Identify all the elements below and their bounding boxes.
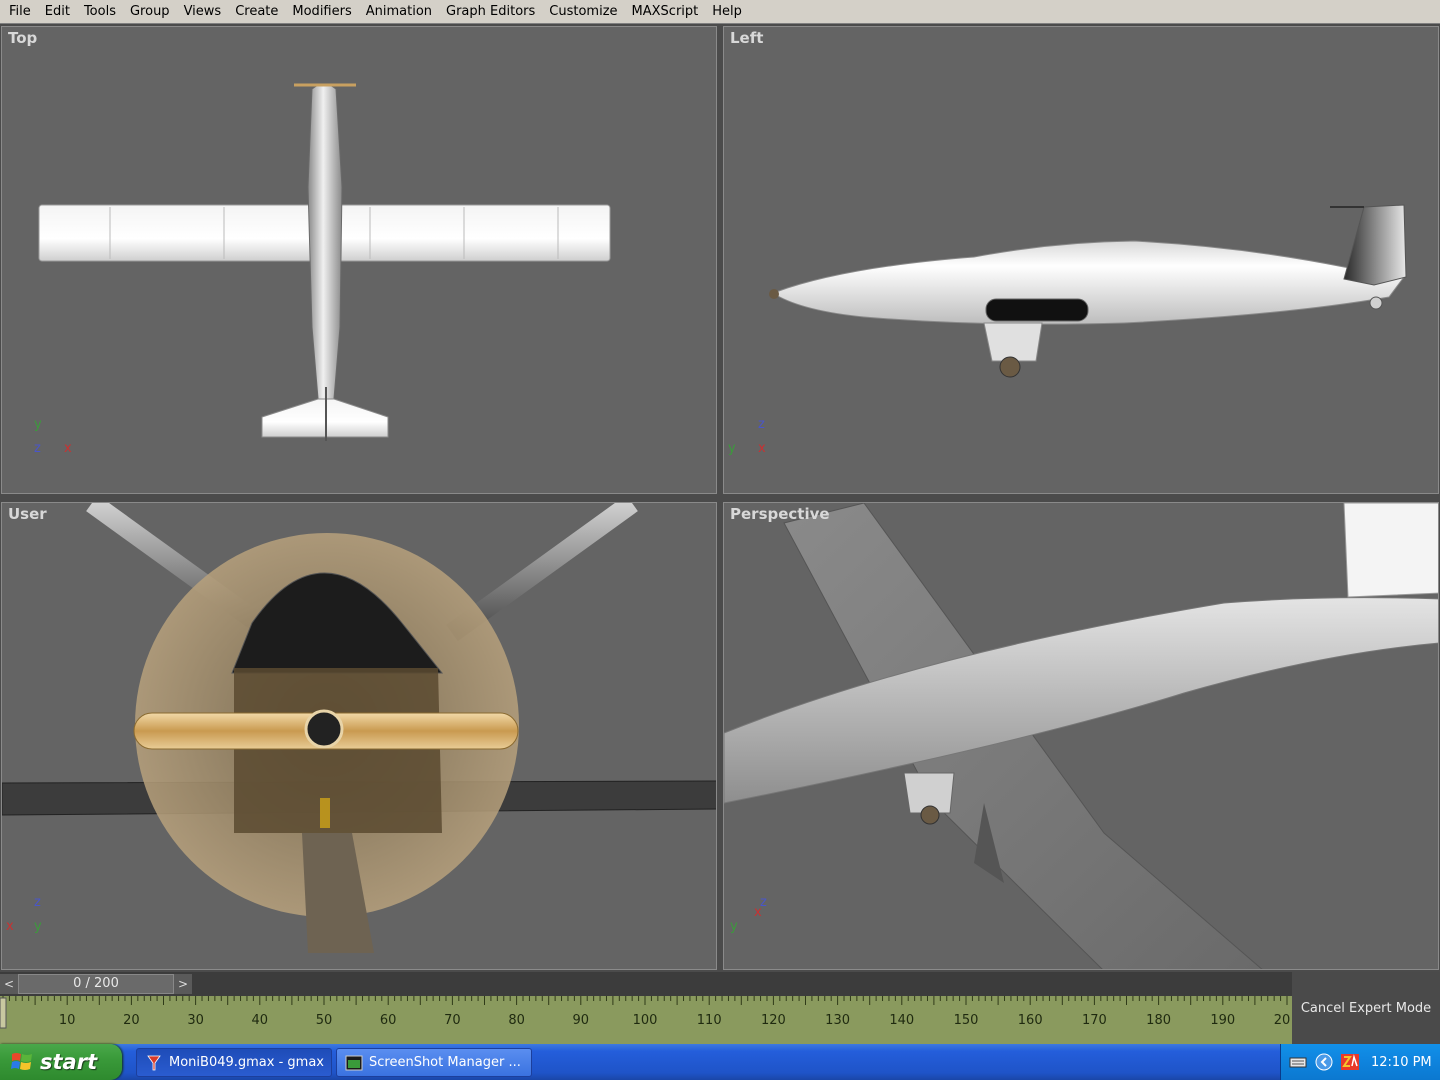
- track-tick-label: 80: [508, 1013, 525, 1028]
- current-frame-marker[interactable]: [0, 997, 7, 1029]
- menu-create[interactable]: Create: [228, 1, 285, 23]
- chevron-left-icon[interactable]: [1315, 1053, 1333, 1071]
- menu-views[interactable]: Views: [177, 1, 229, 23]
- viewport-perspective[interactable]: Perspective z y x: [723, 502, 1439, 970]
- menu-modifiers[interactable]: Modifiers: [285, 1, 358, 23]
- taskbar: start MoniB049.gmax - gmax ScreenShot Ma…: [0, 1044, 1440, 1080]
- track-tick-label: 100: [632, 1013, 658, 1028]
- viewport-top[interactable]: Top y z x: [1, 26, 717, 494]
- screenshot-manager-icon: [345, 1055, 363, 1070]
- axis-z-top: z: [34, 441, 41, 456]
- viewport-top-label[interactable]: Top: [8, 29, 37, 47]
- menu-maxscript[interactable]: MAXScript: [625, 1, 706, 23]
- gmax-icon: [147, 1055, 161, 1070]
- gmax-application: File Edit Tools Group Views Create Modif…: [0, 0, 1440, 1080]
- top-view-aircraft: [38, 83, 611, 441]
- viewport-area: Top y z x Left z y x User z x y Perspect…: [0, 24, 1440, 972]
- track-tick-label: 170: [1081, 1013, 1107, 1028]
- track-tick-label: 190: [1210, 1013, 1236, 1028]
- start-button[interactable]: start: [0, 1044, 122, 1080]
- taskbar-item-gmax[interactable]: MoniB049.gmax - gmax: [136, 1048, 332, 1077]
- axis-gizmo-perspective: z y x: [728, 895, 778, 935]
- axis-x-left: x: [758, 441, 766, 456]
- time-slider[interactable]: < 0 / 200 >: [0, 972, 1292, 996]
- track-tick-label: 10: [58, 1013, 76, 1028]
- track-tick-label: 160: [1017, 1013, 1043, 1028]
- time-slider-thumb[interactable]: 0 / 200: [18, 974, 174, 994]
- system-tray: 12:10 PM: [1280, 1044, 1440, 1080]
- clock[interactable]: 12:10 PM: [1371, 1055, 1432, 1070]
- axis-y-left: y: [728, 441, 736, 456]
- track-tick-label: 90: [572, 1013, 590, 1028]
- perspective-view-aircraft: [724, 503, 1438, 969]
- menu-edit[interactable]: Edit: [38, 1, 77, 23]
- axis-y-top: y: [34, 417, 42, 432]
- menu-help[interactable]: Help: [705, 1, 749, 23]
- left-view-aircraft: [769, 204, 1407, 378]
- viewport-user[interactable]: User z x y: [1, 502, 717, 970]
- viewport-perspective-label[interactable]: Perspective: [730, 505, 830, 523]
- keyboard-icon[interactable]: [1289, 1053, 1307, 1071]
- menu-bar: File Edit Tools Group Views Create Modif…: [0, 0, 1440, 24]
- viewport-left[interactable]: Left z y x: [723, 26, 1439, 494]
- axis-y-perspective: y: [730, 919, 738, 934]
- axis-x-user: x: [6, 919, 14, 934]
- taskbar-item-screenshot-manager[interactable]: ScreenShot Manager ...: [336, 1048, 532, 1077]
- start-label: start: [40, 1050, 98, 1074]
- track-tick-label: 70: [444, 1013, 461, 1028]
- viewport-user-label[interactable]: User: [8, 505, 47, 523]
- track-tick-label: 110: [696, 1013, 722, 1028]
- menu-animation[interactable]: Animation: [359, 1, 439, 23]
- menu-customize[interactable]: Customize: [542, 1, 624, 23]
- menu-graph-editors[interactable]: Graph Editors: [439, 1, 542, 23]
- axis-gizmo-top: y z x: [32, 417, 82, 457]
- axis-z-left: z: [758, 417, 765, 432]
- track-tick-label: 120: [760, 1013, 786, 1028]
- track-tick-label: 20: [123, 1013, 140, 1028]
- track-tick-label: 20: [1273, 1013, 1291, 1028]
- track-bar[interactable]: 10 20 30 40 50 60 70 80 90 100 110 120 130 140 150 160 1…: [0, 996, 1292, 1044]
- cancel-expert-mode-panel: Cancel Expert Mode: [1292, 972, 1440, 1044]
- cancel-expert-mode-button[interactable]: Cancel Expert Mode: [1301, 1001, 1431, 1016]
- axis-gizmo-user: z x y: [4, 895, 54, 935]
- track-tick-label: 140: [889, 1013, 915, 1028]
- track-tick-label: 180: [1146, 1013, 1172, 1028]
- timeline: < 0 / 200 > 10 20 30 40 50 60 70 80 90 100 110 120 1…: [0, 972, 1292, 1044]
- track-tick-label: 60: [379, 1013, 397, 1028]
- time-slider-next-button[interactable]: >: [174, 974, 192, 994]
- axis-y-user: y: [34, 919, 42, 934]
- taskbar-item-screenshot-manager-label: ScreenShot Manager ...: [369, 1055, 521, 1070]
- axis-gizmo-left: z y x: [726, 417, 776, 457]
- menu-tools[interactable]: Tools: [77, 1, 123, 23]
- track-tick-label: 150: [953, 1013, 979, 1028]
- user-view-aircraft: [2, 503, 716, 953]
- axis-x-top: x: [64, 441, 72, 456]
- track-tick-label: 130: [825, 1013, 851, 1028]
- windows-flag-icon: [11, 1053, 32, 1070]
- track-tick-label: 50: [315, 1013, 333, 1028]
- track-tick-label: 40: [251, 1013, 269, 1028]
- taskbar-item-gmax-label: MoniB049.gmax - gmax: [169, 1055, 324, 1070]
- time-slider-prev-button[interactable]: <: [0, 974, 18, 994]
- zonealarm-icon[interactable]: [1341, 1053, 1359, 1071]
- menu-file[interactable]: File: [2, 1, 38, 23]
- viewport-left-label[interactable]: Left: [730, 29, 763, 47]
- axis-z-user: z: [34, 895, 41, 910]
- axis-x-perspective: x: [754, 905, 762, 920]
- menu-group[interactable]: Group: [123, 1, 177, 23]
- track-tick-label: 30: [187, 1013, 204, 1028]
